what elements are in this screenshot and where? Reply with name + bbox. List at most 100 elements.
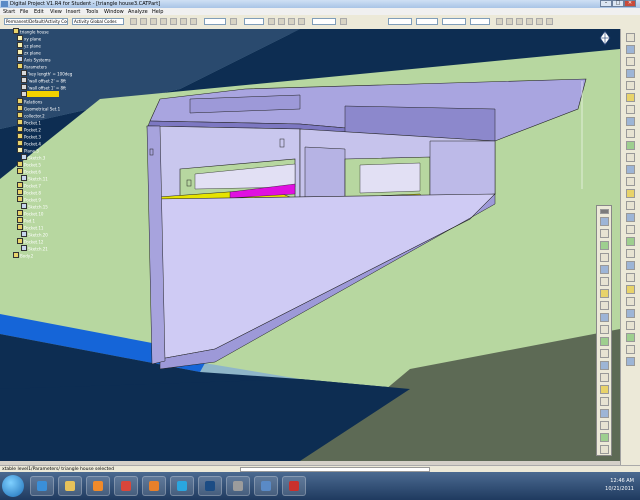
measure-tool-icon[interactable] xyxy=(626,249,635,258)
compass-icon[interactable] xyxy=(598,30,612,46)
hide-show-icon[interactable] xyxy=(600,325,609,334)
draft-tool-icon[interactable] xyxy=(626,165,635,174)
depth-icon[interactable] xyxy=(600,409,609,418)
tree-node-feature[interactable]: Pad.1 xyxy=(17,217,35,224)
taskbar-pdf[interactable] xyxy=(282,476,306,496)
split-tool-icon[interactable] xyxy=(626,225,635,234)
tool-button-5[interactable] xyxy=(170,18,177,25)
style-dropdown-3[interactable] xyxy=(312,18,336,25)
tree-node-parameter[interactable]: 'wall offset 1' = 8ft xyxy=(21,84,66,91)
line-tool-icon[interactable] xyxy=(626,285,635,294)
loft-tool-icon[interactable] xyxy=(626,129,635,138)
tool-button-13[interactable] xyxy=(340,18,347,25)
tree-node-feature[interactable]: Pocket.3 xyxy=(17,133,41,140)
minimize-button[interactable]: – xyxy=(600,0,612,7)
tree-node-sketch[interactable]: Sketch.20 xyxy=(21,231,48,238)
shaft-tool-icon[interactable] xyxy=(626,69,635,78)
thickness-tool-icon[interactable] xyxy=(626,189,635,198)
fit-all-icon[interactable] xyxy=(600,229,609,238)
material-tool-icon[interactable] xyxy=(626,309,635,318)
tree-node-plane[interactable]: xy plane xyxy=(17,35,41,42)
tree-node-feature[interactable]: Pocket.8 xyxy=(17,189,41,196)
line-weight-dropdown[interactable] xyxy=(416,18,438,25)
system-clock[interactable]: 12:46 AM 10/21/2011 xyxy=(605,477,634,493)
hole-tool-icon[interactable] xyxy=(626,93,635,102)
taskbar-chrome[interactable] xyxy=(114,476,138,496)
tree-node-plane[interactable]: zx plane xyxy=(17,49,41,56)
sketch-tool-icon[interactable] xyxy=(626,33,635,42)
tree-node-feature[interactable]: collector.2 xyxy=(17,112,45,119)
tool-button-18[interactable] xyxy=(536,18,543,25)
style-dropdown-2[interactable] xyxy=(244,18,264,25)
normal-view-icon[interactable] xyxy=(600,289,609,298)
tree-node-root[interactable]: triangle house xyxy=(13,28,49,35)
chamfer-tool-icon[interactable] xyxy=(626,153,635,162)
shell-tool-icon[interactable] xyxy=(626,177,635,186)
tree-node-plane[interactable]: yz plane xyxy=(17,42,41,49)
tool-button-17[interactable] xyxy=(526,18,533,25)
taskbar-skype[interactable] xyxy=(170,476,194,496)
maximize-button[interactable]: □ xyxy=(612,0,624,7)
tree-node-relations[interactable]: Relations xyxy=(17,98,42,105)
3d-viewport[interactable] xyxy=(0,29,620,461)
tree-node-parameters[interactable]: Parameters xyxy=(17,63,47,70)
zoom-in-icon[interactable] xyxy=(600,265,609,274)
pattern-tool-icon[interactable] xyxy=(626,213,635,222)
tool-button-8[interactable] xyxy=(230,18,237,25)
shading-icon[interactable] xyxy=(600,313,609,322)
tool-button-2[interactable] xyxy=(140,18,147,25)
tree-node-feature[interactable]: Pocket.12 xyxy=(17,238,43,245)
tree-node-feature[interactable]: Pocket.4 xyxy=(17,140,41,147)
style-dropdown-1[interactable] xyxy=(204,18,226,25)
iso-view-icon[interactable] xyxy=(600,301,609,310)
zoom-out-icon[interactable] xyxy=(600,277,609,286)
taskbar-photoshop[interactable] xyxy=(198,476,222,496)
tree-node-feature[interactable]: Pocket.11 xyxy=(17,224,43,231)
tree-node-sketch[interactable]: Sketch.11 xyxy=(21,175,48,182)
tool-button-12[interactable] xyxy=(298,18,305,25)
tool-button-4[interactable] xyxy=(160,18,167,25)
tree-node-geoset[interactable]: Geometrical Set.1 xyxy=(17,105,60,112)
point-tool-icon[interactable] xyxy=(626,273,635,282)
drag-handle-icon[interactable] xyxy=(600,209,609,214)
tool-button-16[interactable] xyxy=(516,18,523,25)
camera-icon[interactable] xyxy=(600,397,609,406)
tool-button-14[interactable] xyxy=(496,18,503,25)
tree-node-feature[interactable]: Pocket.7 xyxy=(17,182,41,189)
tree-node-feature[interactable]: Pocket.6 xyxy=(17,168,41,175)
tool-button-1[interactable] xyxy=(130,18,137,25)
tree-node-body[interactable]: Body.2 xyxy=(13,252,33,259)
rotate-icon[interactable] xyxy=(600,253,609,262)
pad-tool-icon[interactable] xyxy=(626,45,635,54)
tree-node-feature[interactable]: Pocket.1 xyxy=(17,119,41,126)
swap-space-icon[interactable] xyxy=(600,337,609,346)
tool-button-11[interactable] xyxy=(288,18,295,25)
magnifier-icon[interactable] xyxy=(600,433,609,442)
taskbar-digital-project[interactable] xyxy=(254,476,278,496)
pocket-tool-icon[interactable] xyxy=(626,57,635,66)
slot-tool-icon[interactable] xyxy=(626,117,635,126)
tree-node-parameter[interactable]: 'wall offset 2' = 8ft xyxy=(21,77,66,84)
fly-mode-icon[interactable] xyxy=(600,217,609,226)
tree-node-sketch[interactable]: Sketch.3 xyxy=(21,154,45,161)
perspective-icon[interactable] xyxy=(600,373,609,382)
tool-button-6[interactable] xyxy=(180,18,187,25)
tool-button-9[interactable] xyxy=(268,18,275,25)
tool-button-10[interactable] xyxy=(278,18,285,25)
codes-dropdown[interactable]: Permanent/Default/Activity Codes xyxy=(4,18,68,25)
tree-node-selected[interactable] xyxy=(21,91,59,97)
windows-start-icon[interactable] xyxy=(2,475,24,497)
taskbar-app[interactable] xyxy=(226,476,250,496)
tool-button-7[interactable] xyxy=(190,18,197,25)
layer-dropdown[interactable] xyxy=(470,18,490,25)
axis-tool-icon[interactable] xyxy=(626,297,635,306)
line-type-dropdown[interactable] xyxy=(388,18,412,25)
tree-node-feature[interactable]: Pocket.5 xyxy=(17,161,41,168)
rib-tool-icon[interactable] xyxy=(626,105,635,114)
tree-node-feature[interactable]: Pocket.10 xyxy=(17,210,43,217)
ground-icon[interactable] xyxy=(600,421,609,430)
lighting-icon[interactable] xyxy=(600,385,609,394)
settings-icon[interactable] xyxy=(600,445,609,454)
tool-button-3[interactable] xyxy=(150,18,157,25)
groove-tool-icon[interactable] xyxy=(626,81,635,90)
